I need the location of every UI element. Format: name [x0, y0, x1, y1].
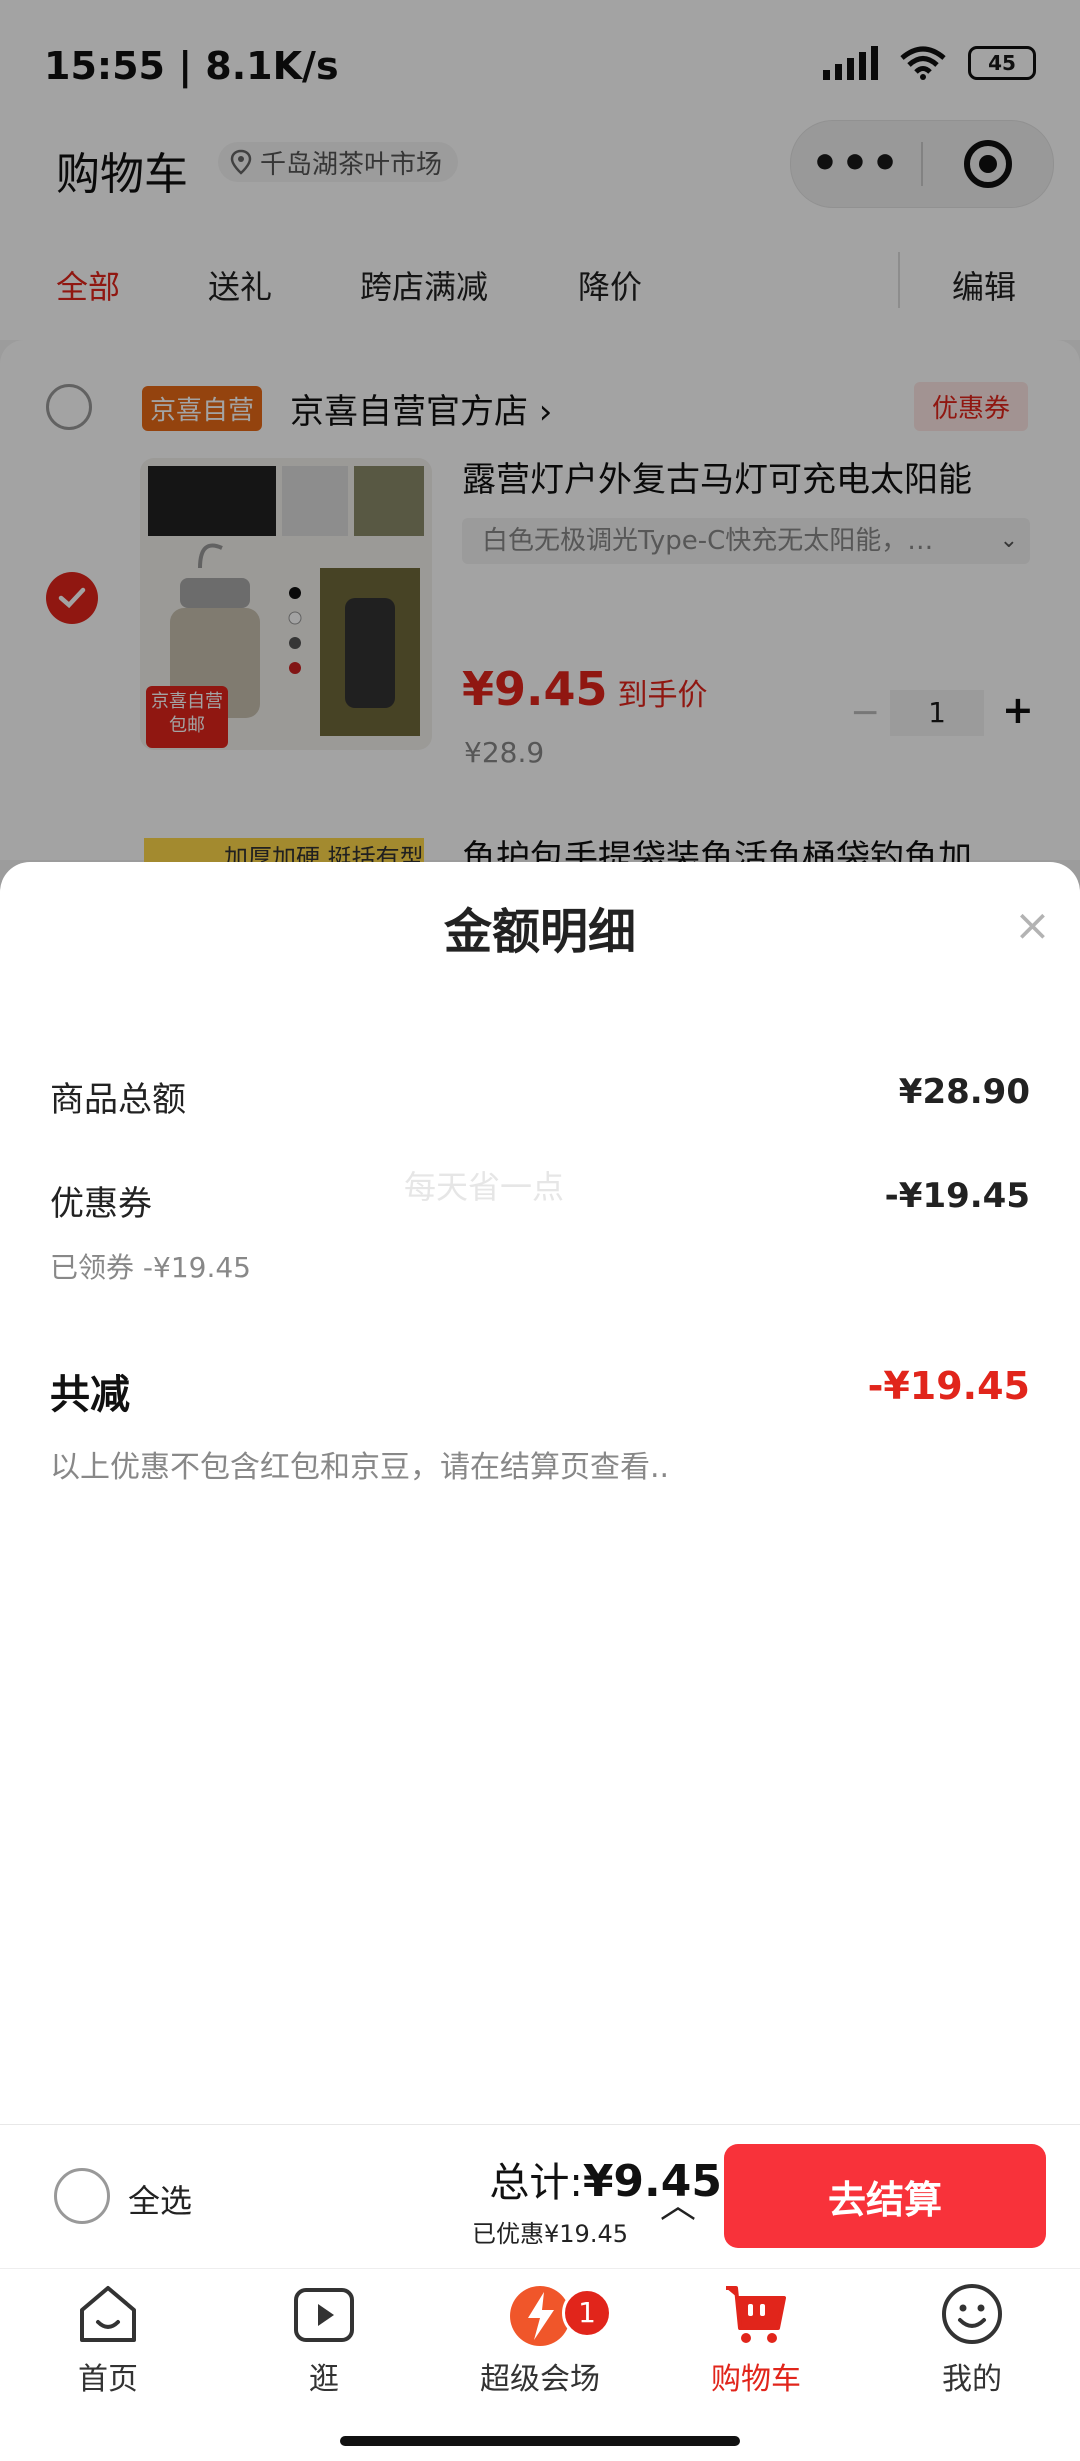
coupon-label: 优惠券: [50, 1184, 152, 1224]
coupon-value: -¥19.45: [884, 1176, 1030, 1216]
tabbar-item-home[interactable]: 首页: [0, 2280, 216, 2398]
checkout-button[interactable]: 去结算: [724, 2144, 1046, 2248]
watermark: 每天省一点: [404, 1168, 565, 1206]
sheet-title: 金额明细: [443, 904, 636, 960]
amount-detail-sheet: [0, 862, 1080, 2124]
tabbar-label-super-venue: 超级会场: [480, 2362, 600, 2397]
total-sum-label: 总计:: [489, 2160, 583, 2206]
total-reduce-label: 共减: [50, 1372, 130, 1418]
coupon-claimed-note: 已领券 -¥19.45: [50, 1251, 251, 1284]
total-reduce-value: -¥19.45: [867, 1364, 1030, 1408]
discount-note: 以上优惠不包含红包和京豆，请在结算页查看..: [50, 1450, 670, 1485]
tabbar-label-cart: 购物车: [711, 2362, 801, 2397]
play-icon: [290, 2280, 358, 2348]
goods-total-value: ¥28.90: [898, 1072, 1030, 1112]
tabbar-label-me: 我的: [942, 2362, 1002, 2397]
close-icon[interactable]: ×: [1014, 900, 1051, 951]
home-icon: [74, 2280, 142, 2348]
goods-total-label: 商品总额: [50, 1080, 186, 1120]
saved-amount: 已优惠¥19.45: [472, 2220, 628, 2248]
total-sum-value: ¥9.45: [582, 2156, 722, 2207]
chevron-up-icon[interactable]: ︿: [660, 2176, 696, 2228]
home-indicator[interactable]: [340, 2436, 740, 2446]
tabbar-label-stroll: 逛: [309, 2362, 339, 2397]
cart-icon: [722, 2280, 790, 2348]
tabbar-item-me[interactable]: 我的: [864, 2280, 1080, 2398]
tabbar-label-home: 首页: [78, 2362, 138, 2397]
select-all-radio[interactable]: [54, 2168, 110, 2224]
tabbar-item-stroll[interactable]: 逛: [216, 2280, 432, 2398]
tabbar-item-cart[interactable]: 购物车: [648, 2280, 864, 2398]
smiley-icon: [938, 2280, 1006, 2348]
tabbar-item-super-venue[interactable]: 超级会场: [432, 2280, 648, 2398]
select-all-label[interactable]: 全选: [128, 2176, 192, 2222]
notification-badge: 1: [562, 2288, 612, 2338]
